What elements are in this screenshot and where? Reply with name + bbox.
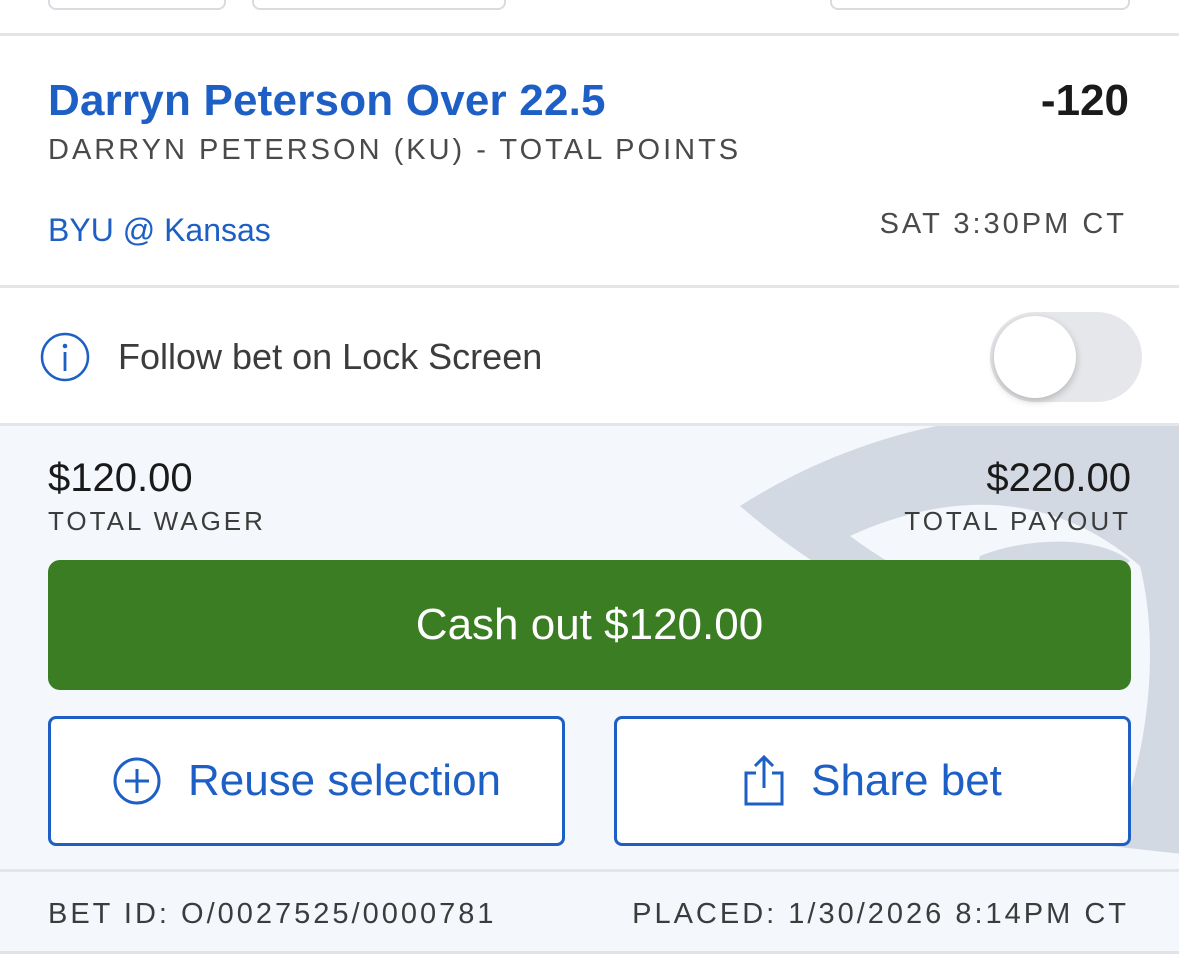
share-bet-label: Share bet — [811, 756, 1002, 805]
info-icon[interactable] — [40, 332, 90, 382]
bet-footer: BET ID: O/0027525/0000781 PLACED: 1/30/2… — [0, 872, 1179, 954]
top-button-row — [0, 0, 1179, 36]
market-description: DARRYN PETERSON (KU) - TOTAL POINTS — [48, 134, 742, 166]
follow-bet-row: Follow bet on Lock Screen — [0, 288, 1179, 426]
reuse-selection-button[interactable]: Reuse selection — [48, 716, 565, 846]
bet-selection-header: Darryn Peterson Over 22.5 -120 DARRYN PE… — [0, 36, 1179, 288]
share-icon — [744, 755, 784, 806]
total-payout-label: TOTAL PAYOUT — [904, 506, 1131, 536]
cash-out-label: Cash out $120.00 — [415, 600, 764, 649]
cash-out-button[interactable]: Cash out $120.00 — [48, 560, 1131, 690]
placed-timestamp: PLACED: 1/30/2026 8:14PM CT — [632, 898, 1129, 930]
matchup-link[interactable]: BYU @ Kansas — [48, 212, 271, 249]
toggle-knob — [994, 316, 1076, 398]
plus-circle-icon — [113, 757, 161, 805]
lock-screen-toggle[interactable] — [990, 312, 1142, 402]
total-wager-amount: $120.00 — [48, 456, 193, 500]
wager-section: $120.00 TOTAL WAGER $220.00 TOTAL PAYOUT… — [0, 426, 1179, 872]
total-payout-amount: $220.00 — [986, 456, 1131, 500]
odds: -120 — [1040, 76, 1129, 125]
reuse-selection-label: Reuse selection — [187, 756, 502, 805]
top-button-1[interactable] — [48, 0, 226, 10]
total-wager-label: TOTAL WAGER — [48, 506, 266, 536]
selection-title[interactable]: Darryn Peterson Over 22.5 — [48, 76, 606, 126]
top-button-2[interactable] — [252, 0, 506, 10]
share-bet-button[interactable]: Share bet — [614, 716, 1131, 846]
follow-bet-label: Follow bet on Lock Screen — [118, 336, 543, 377]
bet-card: Darryn Peterson Over 22.5 -120 DARRYN PE… — [0, 0, 1179, 962]
top-button-3[interactable] — [830, 0, 1130, 10]
bet-id: BET ID: O/0027525/0000781 — [48, 898, 497, 930]
game-time: SAT 3:30PM CT — [879, 208, 1127, 240]
